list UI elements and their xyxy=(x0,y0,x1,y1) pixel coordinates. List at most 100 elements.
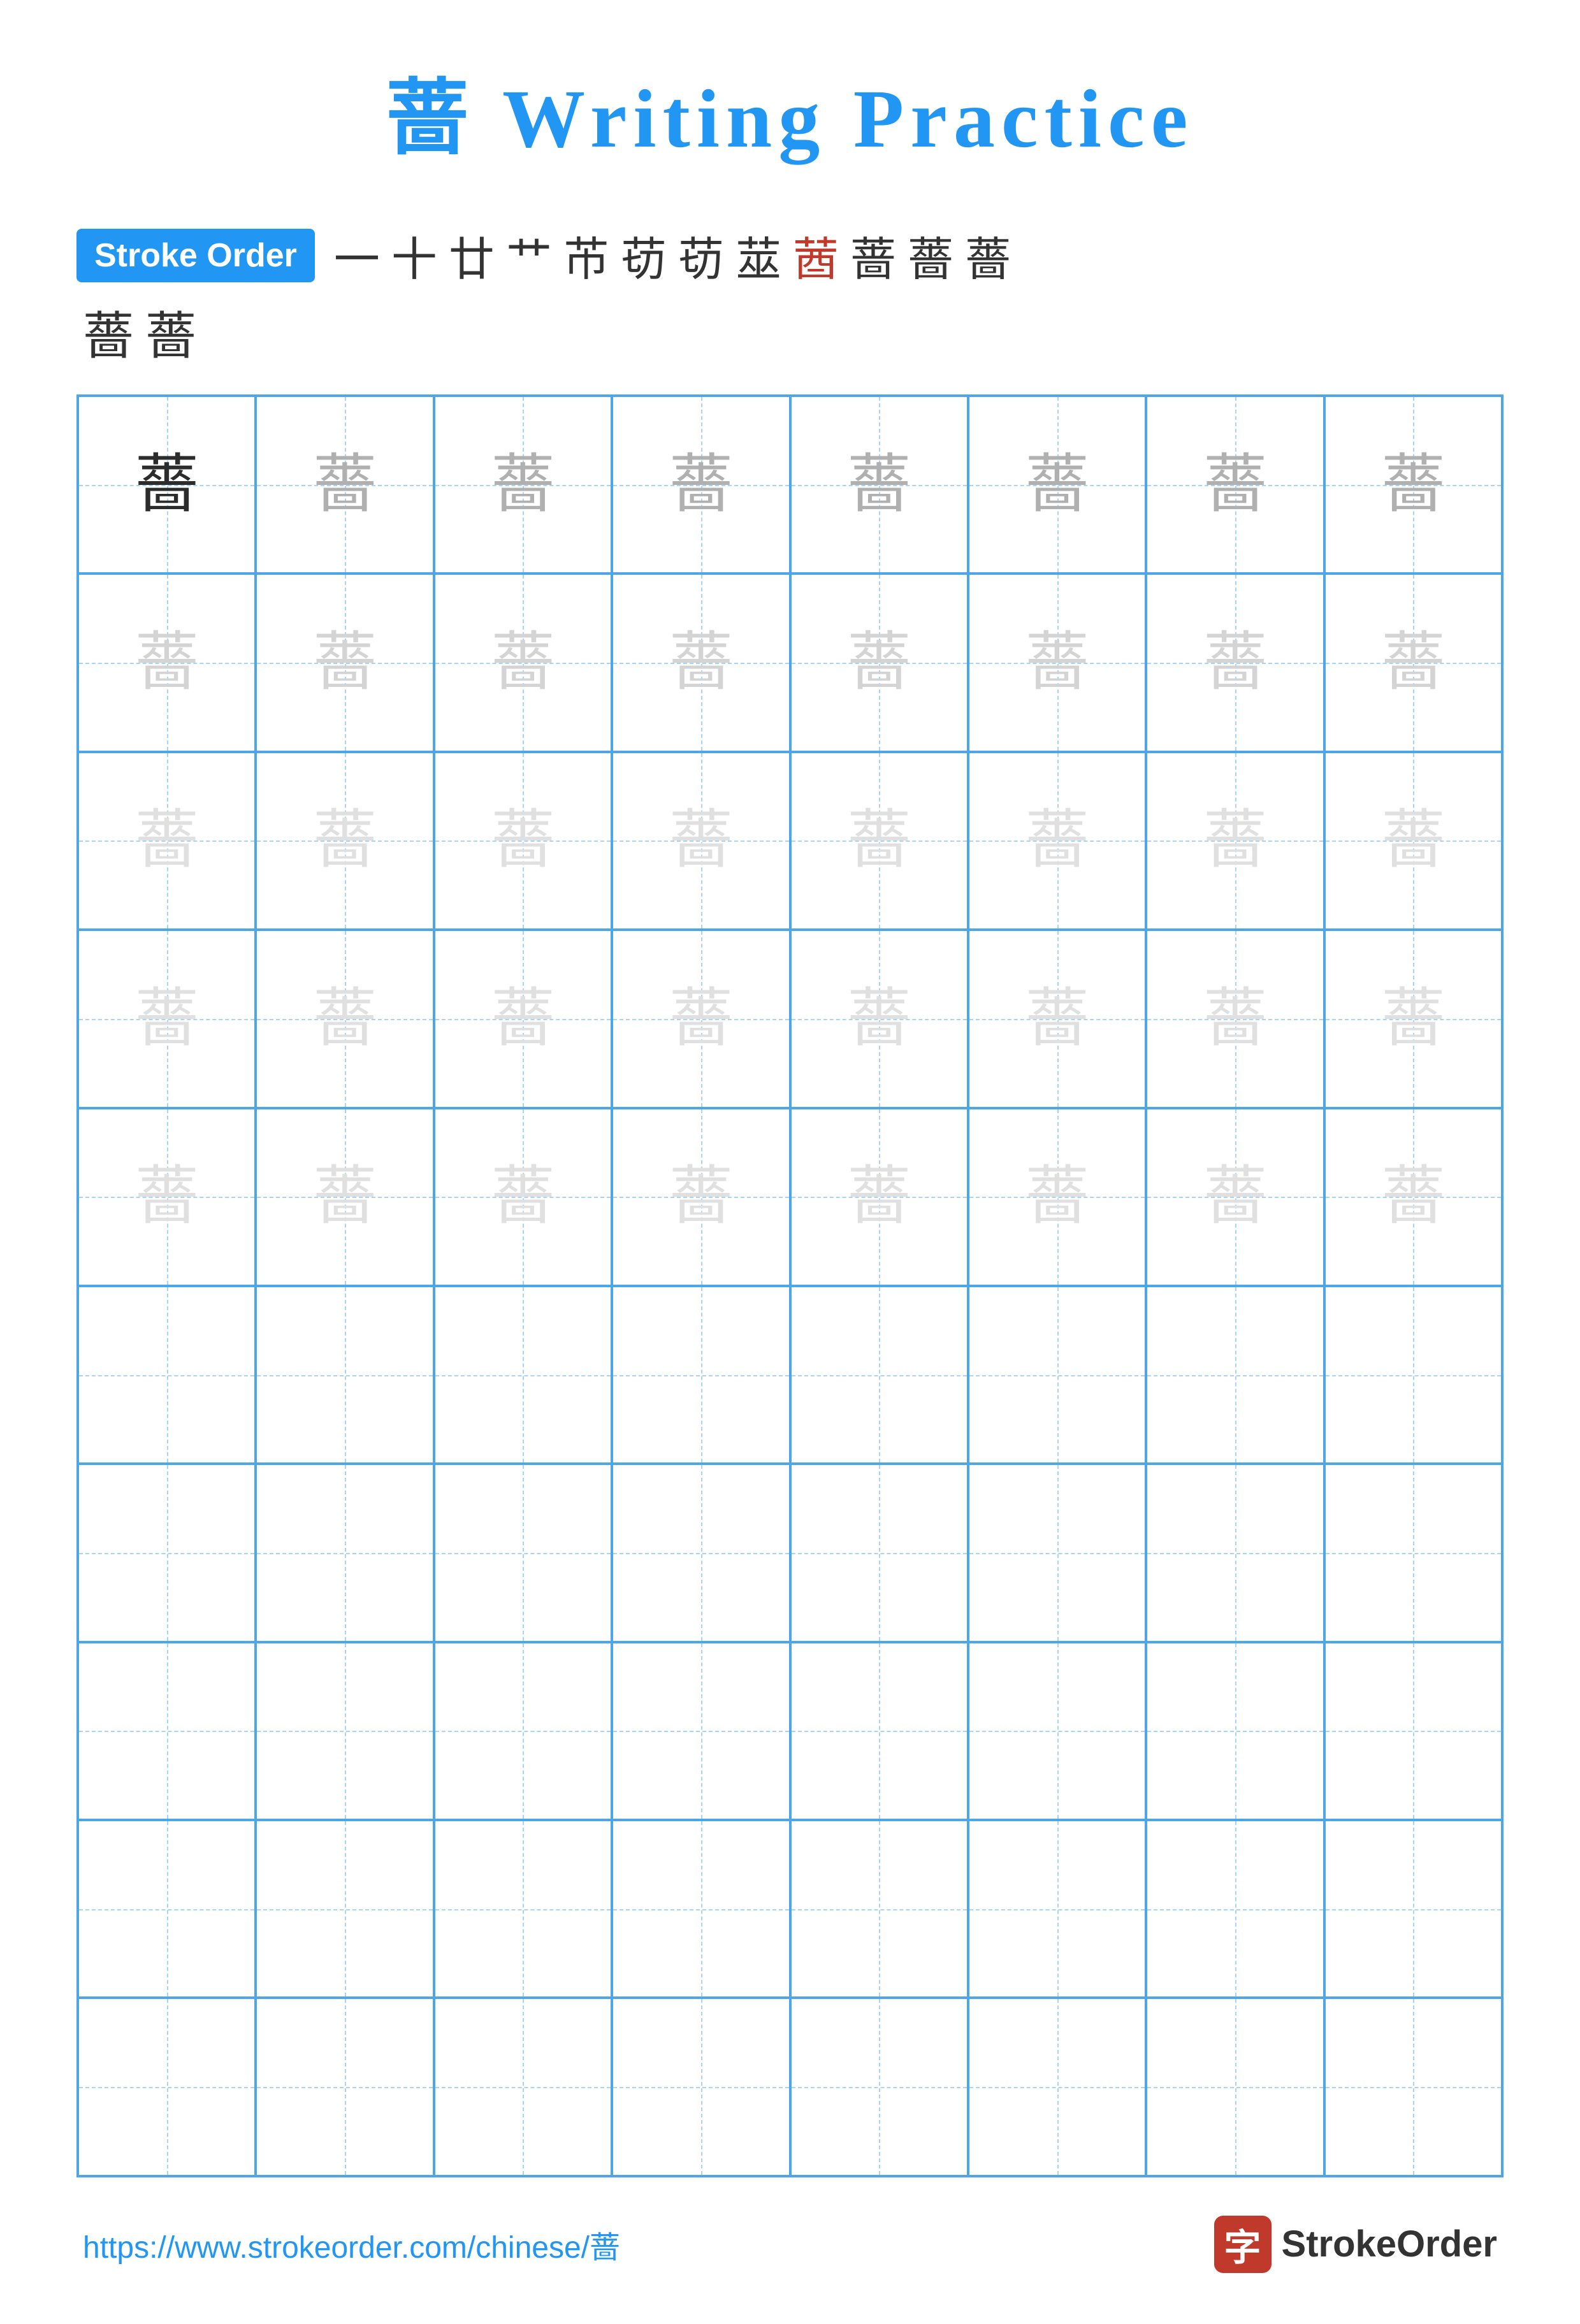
grid-cell[interactable]: 薔 xyxy=(78,574,256,751)
grid-cell[interactable] xyxy=(790,1286,968,1464)
grid-cell[interactable] xyxy=(612,1642,790,1820)
grid-cell[interactable]: 薔 xyxy=(612,1108,790,1286)
practice-char: 薔 xyxy=(847,631,911,695)
grid-cell[interactable]: 薔 xyxy=(434,1108,612,1286)
grid-cell[interactable] xyxy=(1324,1464,1502,1642)
grid-cell[interactable]: 薔 xyxy=(790,396,968,574)
grid-cell[interactable] xyxy=(434,1642,612,1820)
grid-cell[interactable]: 薔 xyxy=(256,752,433,930)
practice-char: 薔 xyxy=(1381,987,1445,1051)
grid-cell[interactable]: 薔 xyxy=(256,574,433,751)
grid-cell[interactable] xyxy=(1324,1820,1502,1998)
grid-cell[interactable] xyxy=(78,1820,256,1998)
grid-cell[interactable]: 薔 xyxy=(1324,574,1502,751)
grid-cell[interactable] xyxy=(256,1642,433,1820)
practice-char: 薔 xyxy=(491,631,554,695)
grid-cell[interactable] xyxy=(256,1464,433,1642)
grid-cell[interactable]: 薔 xyxy=(1146,930,1324,1108)
grid-cell[interactable] xyxy=(968,1998,1146,2176)
grid-cell[interactable]: 薔 xyxy=(256,396,433,574)
grid-cell[interactable] xyxy=(434,1998,612,2176)
practice-char: 薔 xyxy=(491,453,554,517)
grid-cell[interactable]: 薔 xyxy=(78,752,256,930)
grid-cell[interactable] xyxy=(612,1998,790,2176)
grid-cell[interactable] xyxy=(968,1286,1146,1464)
practice-char: 薔 xyxy=(1026,453,1089,517)
grid-cell[interactable]: 薔 xyxy=(434,752,612,930)
practice-char: 薔 xyxy=(1381,809,1445,872)
practice-char: 薔 xyxy=(1203,987,1267,1051)
grid-cell[interactable]: 薔 xyxy=(968,930,1146,1108)
grid-cell[interactable] xyxy=(256,1286,433,1464)
grid-cell[interactable] xyxy=(78,1286,256,1464)
grid-cell[interactable] xyxy=(1146,1998,1324,2176)
grid-cell[interactable] xyxy=(968,1820,1146,1998)
brand-logo: 字 xyxy=(1214,2216,1272,2273)
grid-cell[interactable] xyxy=(1324,1642,1502,1820)
grid-cell[interactable] xyxy=(1146,1820,1324,1998)
practice-char: 薔 xyxy=(491,809,554,872)
stroke-char-7: 苆 xyxy=(678,222,724,289)
grid-cell[interactable]: 薔 xyxy=(434,930,612,1108)
grid-cell[interactable] xyxy=(612,1286,790,1464)
grid-cell[interactable]: 薔 xyxy=(612,930,790,1108)
grid-cell[interactable]: 薔 xyxy=(256,930,433,1108)
grid-cell[interactable]: 薔 xyxy=(968,752,1146,930)
grid-cell[interactable]: 薔 xyxy=(1324,1108,1502,1286)
grid-cell[interactable] xyxy=(968,1642,1146,1820)
grid-cell[interactable]: 薔 xyxy=(1146,1108,1324,1286)
grid-cell[interactable] xyxy=(612,1464,790,1642)
grid-cell[interactable]: 薔 xyxy=(790,930,968,1108)
grid-cell[interactable] xyxy=(256,1998,433,2176)
stroke-char-row2-2: 薔 xyxy=(145,295,196,369)
grid-cell[interactable] xyxy=(78,1642,256,1820)
grid-cell[interactable] xyxy=(256,1820,433,1998)
grid-cell[interactable]: 薔 xyxy=(1146,752,1324,930)
grid-cell[interactable] xyxy=(434,1820,612,1998)
grid-cell[interactable]: 薔 xyxy=(968,574,1146,751)
grid-cell[interactable]: 薔 xyxy=(790,752,968,930)
grid-cell[interactable] xyxy=(1324,1286,1502,1464)
grid-cell[interactable]: 薔 xyxy=(434,396,612,574)
grid-cell[interactable]: 薔 xyxy=(1324,752,1502,930)
grid-cell[interactable]: 薔 xyxy=(78,930,256,1108)
grid-cell[interactable]: 薔 xyxy=(1146,396,1324,574)
grid-cell[interactable] xyxy=(1146,1464,1324,1642)
grid-cell[interactable]: 薔 xyxy=(612,574,790,751)
stroke-char-8: 莁 xyxy=(736,222,781,289)
practice-char: 薔 xyxy=(313,809,377,872)
grid-cell[interactable] xyxy=(612,1820,790,1998)
grid-cell[interactable] xyxy=(78,1998,256,2176)
grid-cell[interactable] xyxy=(790,1464,968,1642)
practice-char: 薔 xyxy=(669,631,733,695)
page: 蔷 Writing Practice Stroke Order 一 十 廿 艹 … xyxy=(0,0,1580,2324)
grid-cell[interactable]: 薔 xyxy=(1324,930,1502,1108)
practice-char: 薔 xyxy=(135,809,199,872)
grid-cell[interactable]: 薔 xyxy=(968,1108,1146,1286)
grid-cell[interactable] xyxy=(790,1820,968,1998)
grid-cell[interactable] xyxy=(790,1998,968,2176)
grid-cell[interactable] xyxy=(790,1642,968,1820)
grid-cell[interactable]: 薔 xyxy=(1146,574,1324,751)
grid-cell[interactable] xyxy=(968,1464,1146,1642)
grid-cell[interactable]: 薔 xyxy=(1324,396,1502,574)
stroke-order-section: Stroke Order 一 十 廿 艹 芇 苆 苆 莁 莤 蔷 薔 薔 薔 薔 xyxy=(76,222,1504,369)
page-title: 蔷 Writing Practice xyxy=(386,51,1194,171)
grid-cell[interactable]: 薔 xyxy=(78,1108,256,1286)
grid-cell[interactable] xyxy=(78,1464,256,1642)
grid-cell[interactable] xyxy=(434,1464,612,1642)
grid-cell[interactable] xyxy=(1146,1642,1324,1820)
grid-cell[interactable] xyxy=(1324,1998,1502,2176)
grid-cell[interactable]: 薔 xyxy=(78,396,256,574)
practice-char: 薔 xyxy=(491,1165,554,1229)
grid-cell[interactable] xyxy=(434,1286,612,1464)
grid-cell[interactable] xyxy=(1146,1286,1324,1464)
grid-cell[interactable]: 薔 xyxy=(790,574,968,751)
grid-cell[interactable]: 薔 xyxy=(612,752,790,930)
grid-cell[interactable]: 薔 xyxy=(968,396,1146,574)
grid-cell[interactable]: 薔 xyxy=(256,1108,433,1286)
practice-char: 薔 xyxy=(313,453,377,517)
grid-cell[interactable]: 薔 xyxy=(612,396,790,574)
grid-cell[interactable]: 薔 xyxy=(434,574,612,751)
grid-cell[interactable]: 薔 xyxy=(790,1108,968,1286)
